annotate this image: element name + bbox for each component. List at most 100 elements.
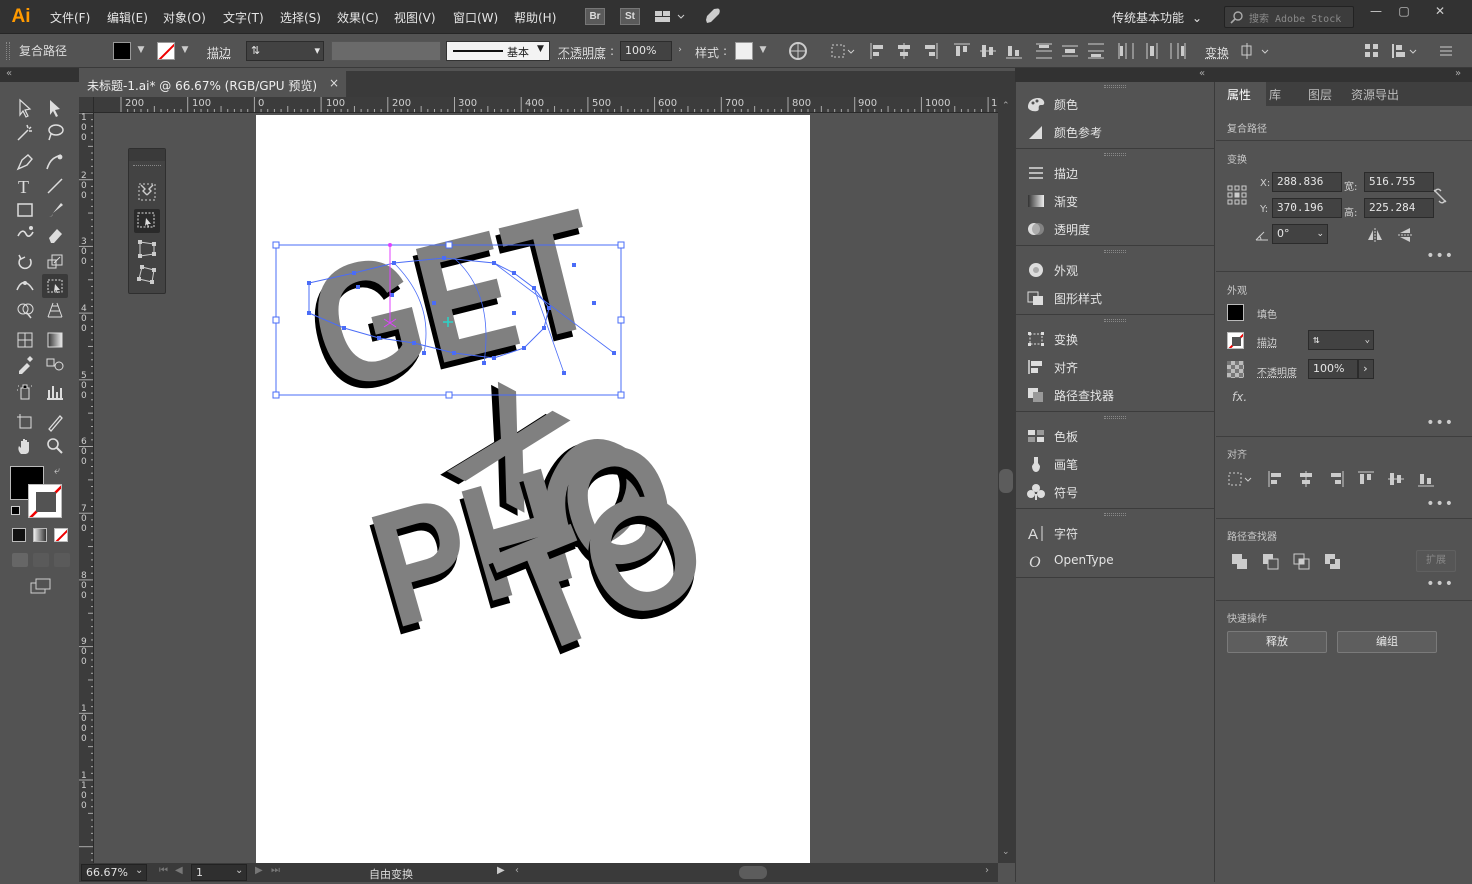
lasso-tool[interactable] bbox=[42, 120, 68, 144]
default-fill-stroke-icon[interactable] bbox=[11, 506, 20, 515]
more-transform-options-icon[interactable]: ••• bbox=[1426, 248, 1454, 264]
symbol-sprayer-tool[interactable] bbox=[12, 380, 38, 404]
menu-edit[interactable]: 编辑(E) bbox=[107, 9, 148, 26]
handle-top-left[interactable] bbox=[272, 241, 280, 249]
scroll-left-icon[interactable]: ‹ bbox=[515, 865, 519, 876]
column-graph-tool[interactable] bbox=[42, 380, 68, 404]
align-top-icon[interactable] bbox=[952, 41, 972, 61]
width-field[interactable]: 516.755 bbox=[1364, 172, 1434, 192]
group-button[interactable]: 编组 bbox=[1337, 631, 1437, 653]
artwork[interactable]: .wd{font-family:"Liberation Sans",sans-s… bbox=[94, 113, 998, 863]
menu-object[interactable]: 对象(O) bbox=[163, 9, 206, 26]
handle-top-center[interactable] bbox=[445, 241, 453, 249]
shape-builder-tool[interactable] bbox=[12, 298, 38, 322]
chevron-down-icon[interactable]: ⌄ bbox=[1365, 331, 1370, 349]
rotate-tool[interactable] bbox=[12, 250, 38, 274]
collapse-icon[interactable]: « bbox=[6, 68, 12, 79]
handle-bottom-right[interactable] bbox=[617, 391, 625, 399]
gradient-mode-icon[interactable] bbox=[33, 528, 47, 542]
y-field[interactable]: 370.196 bbox=[1272, 198, 1342, 218]
isolate-object-icon[interactable] bbox=[1240, 41, 1269, 61]
shaper-tool[interactable] bbox=[12, 222, 38, 246]
eraser-tool[interactable] bbox=[42, 222, 68, 246]
intersect-icon[interactable] bbox=[1293, 553, 1311, 571]
exclude-icon[interactable] bbox=[1324, 553, 1342, 571]
blend-tool[interactable] bbox=[42, 352, 68, 376]
appearance-fill-swatch[interactable] bbox=[1227, 304, 1244, 321]
gradient-tool[interactable] bbox=[42, 328, 68, 352]
pen-tool[interactable] bbox=[12, 150, 38, 174]
chevron-down-icon[interactable]: ⌄ bbox=[1316, 225, 1324, 243]
appearance-stroke-weight-field[interactable]: ⇅ ⌄ bbox=[1308, 330, 1374, 350]
none-mode-icon[interactable] bbox=[54, 528, 68, 542]
opacity-label[interactable]: 不透明度 bbox=[558, 44, 606, 61]
panel-menu-icon[interactable] bbox=[1436, 41, 1456, 61]
scroll-down-icon[interactable]: ⌄ bbox=[1002, 847, 1010, 857]
dock-group-grip[interactable] bbox=[1104, 513, 1126, 516]
align-vertical-center-icon[interactable] bbox=[978, 41, 998, 61]
panel-align-bottom-icon[interactable] bbox=[1416, 469, 1436, 489]
reference-point-grid-icon[interactable] bbox=[1227, 185, 1247, 205]
mesh-tool[interactable] bbox=[12, 328, 38, 352]
transform-label[interactable]: 变换 bbox=[1205, 44, 1229, 61]
menu-select[interactable]: 选择(S) bbox=[280, 9, 321, 26]
tab-properties[interactable]: 属性 bbox=[1227, 86, 1251, 103]
swap-fill-stroke-icon[interactable]: ⤶ bbox=[54, 464, 60, 478]
variable-width-profile[interactable] bbox=[331, 41, 441, 61]
paintbrush-tool[interactable] bbox=[42, 198, 68, 222]
rotate-angle-field[interactable]: 0° ⌄ bbox=[1272, 224, 1328, 244]
align-to-selection-icon[interactable] bbox=[830, 41, 855, 61]
perspective-distort-icon[interactable] bbox=[136, 237, 158, 259]
scroll-up-icon[interactable]: ⌃ bbox=[1002, 101, 1010, 111]
type-tool[interactable]: T bbox=[12, 174, 38, 198]
workspace-switcher[interactable]: 传统基本功能 ⌄ bbox=[1112, 9, 1202, 26]
distribute-vertical-center-icon[interactable] bbox=[1060, 41, 1080, 61]
distribute-right-icon[interactable] bbox=[1168, 41, 1188, 61]
rocket-icon[interactable] bbox=[704, 7, 724, 27]
menu-file[interactable]: 文件(F) bbox=[50, 9, 90, 26]
vertical-ruler[interactable]: 1 0 0 2 0 0 3 0 0 4 0 0 5 0 0 6 0 0 7 0 … bbox=[79, 113, 94, 863]
artboard-tool[interactable] bbox=[12, 410, 38, 434]
maximize-button[interactable]: ▢ bbox=[1392, 3, 1416, 21]
stroke-swatch[interactable] bbox=[157, 42, 175, 60]
rectangle-tool[interactable] bbox=[12, 198, 38, 222]
stroke-weight-stepper[interactable]: ⇅ bbox=[1313, 333, 1320, 346]
slice-tool[interactable] bbox=[42, 410, 68, 434]
tab-libraries[interactable]: 库 bbox=[1269, 86, 1281, 103]
stroke-weight-field[interactable]: ⇅ ▾ bbox=[246, 41, 324, 61]
zoom-dropdown-icon[interactable]: ⌄ bbox=[135, 865, 143, 876]
handle-middle-left[interactable] bbox=[272, 316, 280, 324]
vertical-scrollbar[interactable]: ⌃ ⌄ bbox=[998, 97, 1015, 863]
distribute-bottom-icon[interactable] bbox=[1086, 41, 1106, 61]
selection-tool[interactable] bbox=[12, 96, 38, 120]
menu-effect[interactable]: 效果(C) bbox=[337, 9, 379, 26]
flip-vertical-icon[interactable] bbox=[1396, 226, 1414, 244]
scale-tool[interactable] bbox=[42, 250, 68, 274]
arrange-icon[interactable] bbox=[1390, 41, 1417, 61]
eyedropper-tool[interactable] bbox=[12, 352, 38, 376]
fx-icon[interactable]: fx. bbox=[1232, 390, 1247, 404]
align-to-icon[interactable] bbox=[1227, 469, 1255, 489]
opacity-field[interactable]: 100% bbox=[620, 41, 672, 61]
artboard-dropdown-icon[interactable]: ⌄ bbox=[235, 865, 243, 876]
stroke-weight-stepper[interactable]: ⇅ bbox=[251, 44, 260, 57]
draw-behind-icon[interactable] bbox=[33, 553, 49, 567]
more-appearance-options-icon[interactable]: ••• bbox=[1426, 415, 1454, 431]
stroke-color-box[interactable] bbox=[28, 484, 62, 518]
distribute-left-icon[interactable] bbox=[1116, 41, 1136, 61]
perspective-grid-tool[interactable] bbox=[42, 298, 68, 322]
free-transform-mode-icon[interactable] bbox=[134, 209, 160, 233]
collapse-dock-icon[interactable]: » bbox=[1455, 68, 1461, 79]
scroll-right-icon[interactable]: › bbox=[985, 865, 989, 876]
color-mode-icon[interactable] bbox=[12, 528, 26, 542]
dock-group-grip[interactable] bbox=[1104, 153, 1126, 156]
menu-help[interactable]: 帮助(H) bbox=[514, 9, 556, 26]
bridge-button[interactable]: Br bbox=[585, 8, 605, 25]
handle-bottom-left[interactable] bbox=[272, 391, 280, 399]
stock-button[interactable]: St bbox=[620, 8, 640, 25]
height-field[interactable]: 225.284 bbox=[1364, 198, 1434, 218]
appearance-opacity-field[interactable]: 100% bbox=[1308, 359, 1358, 379]
zoom-tool[interactable] bbox=[42, 434, 68, 458]
dock-group-grip[interactable] bbox=[1104, 416, 1126, 419]
tab-asset-export[interactable]: 资源导出 bbox=[1351, 86, 1399, 103]
